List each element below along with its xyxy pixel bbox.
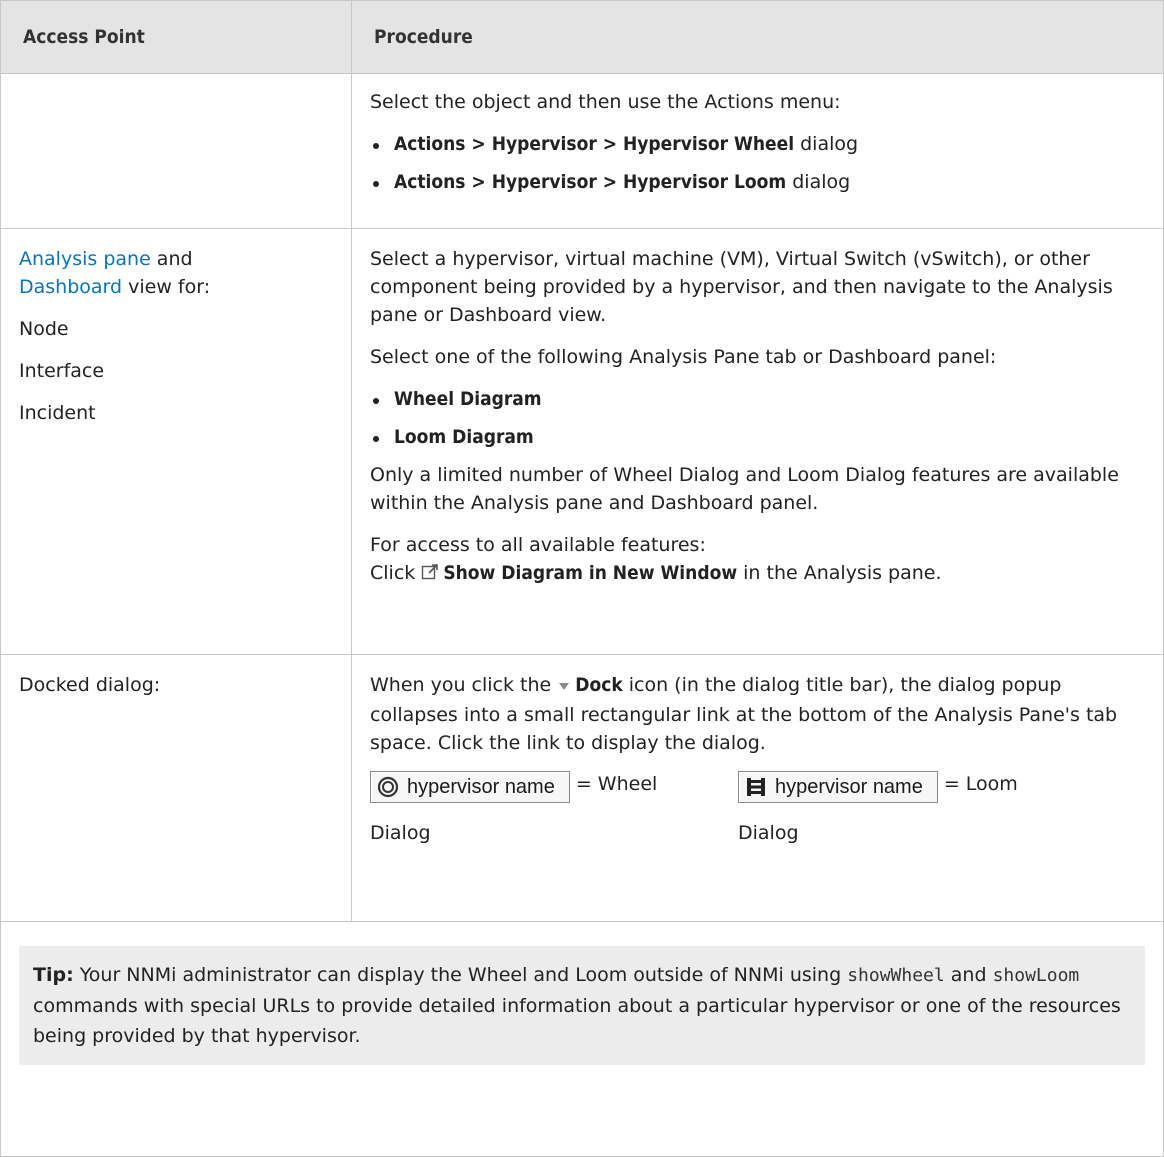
loom-equals: = Loom	[943, 773, 1018, 795]
access-item-interface: Interface	[19, 360, 105, 382]
wheel-caption: Dialog	[370, 822, 431, 844]
access-procedure-table: Access Point Procedure Select the object…	[0, 0, 1164, 1157]
tip-text: Your NNMi administrator can display the …	[73, 964, 848, 986]
diagram-list: Wheel Diagram Loom Diagram	[370, 385, 1145, 451]
procedure-paragraph: Select a hypervisor, virtual machine (VM…	[370, 248, 1113, 326]
menu-path: Actions > Hypervisor > Hypervisor Loom	[394, 171, 787, 193]
wheel-icon	[377, 776, 399, 798]
tip-text: commands with special URLs to provide de…	[33, 995, 1121, 1047]
dashboard-link[interactable]: Dashboard	[19, 276, 122, 298]
access-item-node: Node	[19, 318, 69, 340]
tip-row: Tip: Your NNMi administrator can display…	[0, 921, 1164, 1157]
header-procedure: Procedure	[351, 0, 1164, 74]
new-window-icon	[421, 561, 439, 589]
wheel-equals: = Wheel	[575, 773, 658, 795]
dock-pre: When you click the	[370, 674, 558, 696]
analysis-pane-suffix: in the Analysis pane.	[737, 562, 942, 584]
dock-label: Dock	[575, 674, 623, 696]
access-and: and	[150, 248, 193, 270]
menu-path: Actions > Hypervisor > Hypervisor Wheel	[394, 133, 795, 155]
tip-cell: Tip: Your NNMi administrator can display…	[0, 921, 1164, 1157]
actions-menu-list: Actions > Hypervisor > Hypervisor Wheel …	[370, 130, 1145, 196]
menu-suffix: dialog	[794, 133, 859, 155]
docked-wheel-link[interactable]: hypervisor name	[370, 771, 570, 803]
procedure-paragraph: When you click the Dock icon (in the dia…	[370, 671, 1145, 757]
tip-text: and	[944, 964, 993, 986]
table-row: Select the object and then use the Actio…	[0, 73, 1164, 229]
procedure-paragraph: Select one of the following Analysis Pan…	[370, 346, 997, 368]
tip-box: Tip: Your NNMi administrator can display…	[19, 946, 1145, 1065]
wheel-example: hypervisor name = Wheel Dialog	[370, 771, 738, 847]
analysis-pane-link[interactable]: Analysis pane	[19, 248, 151, 270]
table-row: Docked dialog: When you click the Dock i…	[0, 654, 1164, 922]
docked-loom-link[interactable]: hypervisor name	[738, 771, 938, 803]
dock-icon	[557, 673, 571, 701]
access-point-cell	[0, 73, 352, 229]
list-item: Loom Diagram	[370, 423, 1145, 451]
actions-intro: Select the object and then use the Actio…	[370, 91, 841, 113]
procedure-paragraph: Only a limited number of Wheel Dialog an…	[370, 464, 1119, 514]
table-header-row: Access Point Procedure	[0, 0, 1164, 74]
access-item-incident: Incident	[19, 402, 96, 424]
loom-caption: Dialog	[738, 822, 799, 844]
show-wheel-command: showWheel	[847, 965, 945, 986]
access-point-docked: Docked dialog:	[19, 674, 161, 696]
diagram-name: Wheel Diagram	[394, 388, 542, 410]
loom-example: hypervisor name = Loom Dialog	[738, 771, 1106, 847]
procedure-cell: Select the object and then use the Actio…	[351, 73, 1164, 229]
access-point-cell: Docked dialog:	[0, 654, 352, 922]
diagram-name: Loom Diagram	[394, 426, 534, 448]
loom-icon	[747, 778, 765, 796]
docked-link-examples: hypervisor name = Wheel Dialog hyperviso…	[370, 771, 1145, 847]
show-diagram-new-window: Show Diagram in New Window	[443, 562, 738, 584]
access-point-title: Analysis pane and Dashboard view for:	[19, 245, 333, 301]
click-text: Click	[370, 562, 422, 584]
docked-link-label: hypervisor name	[775, 776, 923, 798]
list-item: Actions > Hypervisor > Hypervisor Wheel …	[370, 130, 1145, 158]
tip-label: Tip:	[33, 964, 74, 986]
show-loom-command: showLoom	[992, 965, 1080, 986]
docked-link-label: hypervisor name	[407, 776, 555, 798]
list-item: Wheel Diagram	[370, 385, 1145, 413]
access-point-cell: Analysis pane and Dashboard view for: No…	[0, 228, 352, 655]
features-intro: For access to all available features:	[370, 534, 706, 556]
procedure-cell: Select a hypervisor, virtual machine (VM…	[351, 228, 1164, 655]
procedure-cell: When you click the Dock icon (in the dia…	[351, 654, 1164, 922]
list-item: Actions > Hypervisor > Hypervisor Loom d…	[370, 168, 1145, 196]
header-access-point: Access Point	[0, 0, 352, 74]
access-view-for: view for:	[122, 276, 211, 298]
menu-suffix: dialog	[786, 171, 851, 193]
table-row: Analysis pane and Dashboard view for: No…	[0, 228, 1164, 655]
procedure-paragraph: For access to all available features: Cl…	[370, 531, 1145, 589]
